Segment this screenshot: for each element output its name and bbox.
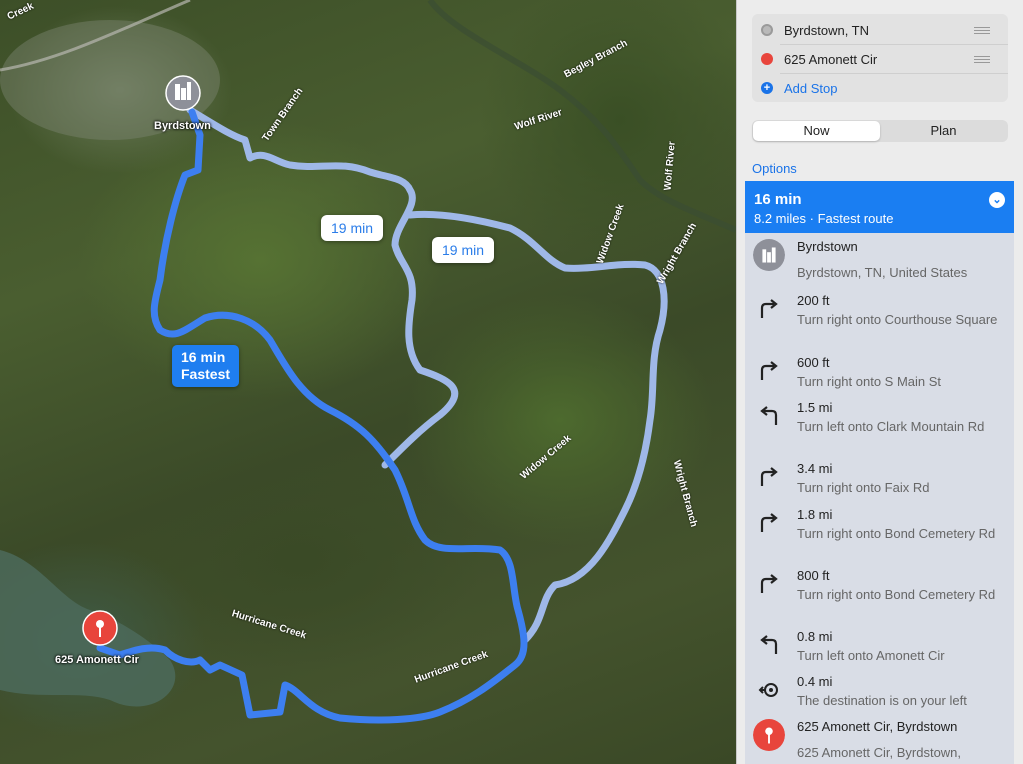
chevron-down-icon[interactable]: ⌄	[989, 192, 1005, 208]
origin-stop-label: Byrdstown, TN	[784, 22, 870, 38]
step-item[interactable]: 1.8 mi Turn right onto Bond Cemetery Rd	[745, 507, 1014, 563]
turn-right-icon	[753, 568, 785, 600]
step-item[interactable]: 800 ft Turn right onto Bond Cemetery Rd	[745, 568, 1014, 624]
fastest-route	[96, 108, 528, 724]
step-distance: Byrdstown	[797, 239, 858, 254]
step-distance: 0.4 mi	[797, 674, 833, 689]
step-item[interactable]: 200 ft Turn right onto Courthouse Square	[745, 293, 1014, 349]
origin-pin[interactable]	[165, 75, 201, 111]
step-item[interactable]: 0.8 mi Turn left onto Amonett Cir	[745, 629, 1014, 673]
turn-right-icon	[753, 355, 785, 387]
step-distance: 600 ft	[797, 355, 830, 370]
step-text: Turn left onto Clark Mountain Rd	[797, 419, 985, 434]
step-text: Turn right onto Faix Rd	[797, 480, 930, 495]
turn-right-icon	[753, 461, 785, 493]
step-distance: 200 ft	[797, 293, 830, 308]
fastest-route-time: 16 min	[181, 349, 226, 365]
add-stop-label: Add Stop	[784, 80, 838, 96]
step-distance: 3.4 mi	[797, 461, 833, 476]
add-stop-button[interactable]: + Add Stop	[752, 74, 1008, 102]
destination-stop-label: 625 Amonett Cir	[784, 51, 878, 67]
mode-plan-button[interactable]: Plan	[880, 121, 1007, 141]
alt-route-callout-1[interactable]: 19 min	[321, 215, 384, 241]
route-summary-text: 8.2 miles · Fastest route	[754, 211, 894, 226]
directions-steps: Byrdstown Byrdstown, TN, United States 2…	[745, 233, 1014, 764]
step-text: Turn left onto Amonett Cir	[797, 648, 945, 663]
step-item[interactable]: 0.4 mi The destination is on your left	[745, 674, 1014, 718]
drag-handle-icon[interactable]	[974, 55, 990, 63]
arrive-left-icon	[753, 674, 785, 706]
alternate-route-1	[186, 106, 459, 469]
step-text: Turn right onto Bond Cemetery Rd	[797, 526, 996, 541]
step-distance: 625 Amonett Cir, Byrdstown	[797, 719, 958, 734]
origin-stop-icon	[761, 24, 773, 36]
stop-destination[interactable]: 625 Amonett Cir	[752, 45, 1008, 73]
step-item[interactable]: 600 ft Turn right onto S Main St	[745, 355, 1014, 399]
route-overlay	[0, 0, 736, 724]
route-time: 16 min	[754, 191, 802, 208]
wolf-river-water	[427, 0, 736, 233]
departure-mode-toggle: Now Plan	[752, 120, 1008, 142]
step-item[interactable]: 3.4 mi Turn right onto Faix Rd	[745, 461, 1014, 505]
stop-origin[interactable]: Byrdstown, TN	[752, 16, 1008, 44]
directions-panel: Byrdstown, TN 625 Amonett Cir + Add Stop…	[736, 0, 1023, 764]
step-item[interactable]: 625 Amonett Cir, Byrdstown 625 Amonett C…	[745, 719, 1014, 764]
options-link[interactable]: Options	[752, 161, 797, 176]
alt-route-callout-2[interactable]: 19 min	[432, 237, 495, 263]
step-distance: 800 ft	[797, 568, 830, 583]
fastest-route-tag: Fastest	[181, 366, 231, 382]
step-distance: 0.8 mi	[797, 629, 833, 644]
stops-list: Byrdstown, TN 625 Amonett Cir + Add Stop	[752, 14, 1008, 102]
origin-map-label: Byrdstown	[154, 120, 211, 132]
destination-map-label: 625 Amonett Cir	[55, 654, 139, 666]
alternate-route-2	[406, 210, 668, 644]
step-text: Turn right onto Courthouse Square	[797, 312, 998, 327]
destination-pin[interactable]	[82, 610, 118, 646]
step-text: Byrdstown, TN, United States	[797, 265, 968, 280]
destination-stop-icon	[761, 53, 773, 65]
step-text: Turn right onto S Main St	[797, 374, 942, 389]
step-text: 625 Amonett Cir, Byrdstown,	[797, 745, 962, 760]
turn-left-icon	[753, 629, 785, 661]
mode-now-button[interactable]: Now	[753, 121, 880, 141]
step-item[interactable]: 1.5 mi Turn left onto Clark Mountain Rd	[745, 400, 1014, 456]
route-summary[interactable]: 16 min 8.2 miles · Fastest route ⌄	[745, 181, 1014, 233]
destination-pin-icon	[753, 719, 785, 751]
turn-right-icon	[753, 293, 785, 325]
turn-right-icon	[753, 507, 785, 539]
step-item[interactable]: Byrdstown Byrdstown, TN, United States	[745, 239, 1014, 287]
step-distance: 1.8 mi	[797, 507, 833, 522]
step-text: The destination is on your left	[797, 693, 967, 708]
map-view[interactable]: Byrdstown 625 Amonett Cir 19 min 19 min …	[0, 0, 736, 764]
step-distance: 1.5 mi	[797, 400, 833, 415]
city-icon	[753, 239, 785, 271]
step-text: Turn right onto Bond Cemetery Rd	[797, 587, 996, 602]
turn-left-icon	[753, 400, 785, 432]
fastest-route-callout[interactable]: 16 min Fastest	[172, 345, 240, 387]
plus-icon: +	[761, 82, 773, 94]
drag-handle-icon[interactable]	[974, 26, 990, 34]
